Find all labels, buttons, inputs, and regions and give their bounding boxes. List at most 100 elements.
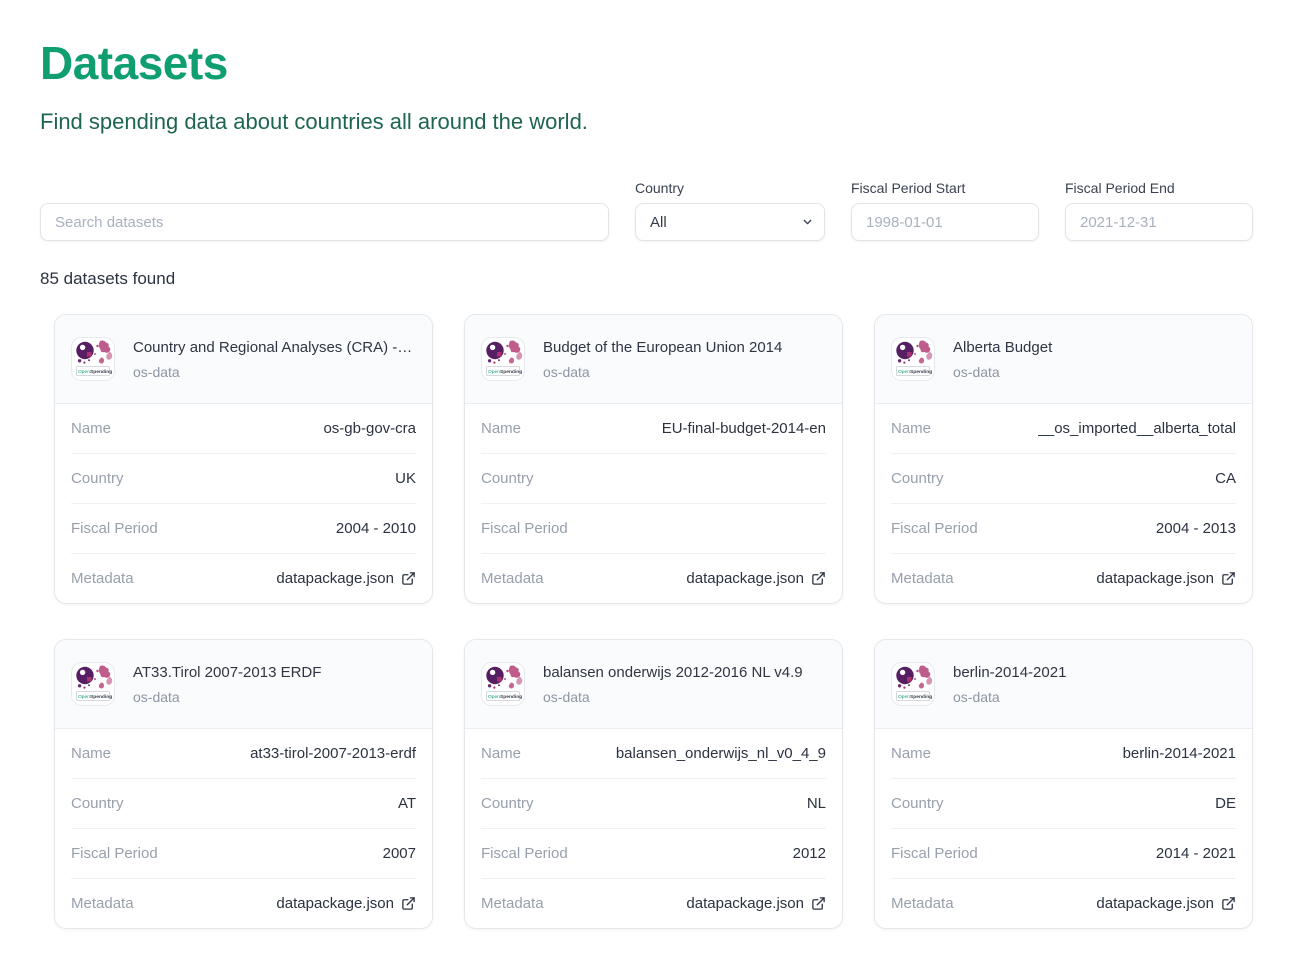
svg-text:OpenSpending: OpenSpending — [488, 369, 522, 375]
name-row-label: Name — [891, 420, 931, 437]
svg-text:OpenSpending: OpenSpending — [898, 369, 932, 375]
country-row-label: Country — [891, 795, 944, 812]
dataset-name-value: EU-final-budget-2014-en — [662, 420, 826, 437]
openspending-logo-icon: OpenSpending — [481, 662, 525, 706]
dataset-fiscal-period-value: 2004 - 2010 — [336, 520, 416, 537]
dataset-grid: OpenSpending Country and Regional Analys… — [54, 314, 1253, 929]
datapackage-link-label: datapackage.json — [686, 570, 804, 587]
datapackage-link[interactable]: datapackage.json — [686, 570, 826, 587]
dataset-country-value: CA — [1215, 470, 1236, 487]
dataset-country-row: Country NL — [481, 778, 826, 828]
dataset-title: Alberta Budget — [953, 339, 1236, 356]
dataset-name-row: Name os-gb-gov-cra — [71, 404, 416, 453]
dataset-metadata-row: Metadata datapackage.json — [891, 553, 1236, 603]
dataset-owner: os-data — [133, 689, 416, 705]
metadata-row-label: Metadata — [891, 570, 954, 587]
country-row-label: Country — [71, 795, 124, 812]
dataset-name-value: balansen_onderwijs_nl_v0_4_9 — [616, 745, 826, 762]
dataset-title: Country and Regional Analyses (CRA) - UK… — [133, 339, 416, 356]
dataset-country-value: DE — [1215, 795, 1236, 812]
datapackage-link-label: datapackage.json — [276, 570, 394, 587]
dataset-name-value: __os_imported__alberta_total — [1038, 420, 1236, 437]
datapackage-link-label: datapackage.json — [276, 895, 394, 912]
dataset-country-row: Country UK — [71, 453, 416, 503]
metadata-row-label: Metadata — [891, 895, 954, 912]
country-row-label: Country — [71, 470, 124, 487]
search-input[interactable] — [40, 203, 609, 241]
dataset-fiscal-period-row: Fiscal Period 2004 - 2013 — [891, 503, 1236, 553]
country-filter: Country All — [635, 180, 825, 241]
datapackage-link[interactable]: datapackage.json — [1096, 895, 1236, 912]
dataset-owner: os-data — [543, 689, 826, 705]
page-title: Datasets — [40, 36, 1253, 90]
country-row-label: Country — [481, 795, 534, 812]
datapackage-link[interactable]: datapackage.json — [1096, 570, 1236, 587]
country-row-label: Country — [891, 470, 944, 487]
country-filter-label: Country — [635, 180, 825, 196]
dataset-card: OpenSpending balansen onderwijs 2012-201… — [464, 639, 843, 929]
fiscal-period-row-label: Fiscal Period — [891, 845, 978, 862]
metadata-row-label: Metadata — [481, 895, 544, 912]
country-select[interactable]: All — [635, 203, 825, 241]
openspending-logo-icon: OpenSpending — [71, 337, 115, 381]
fiscal-period-start-filter: Fiscal Period Start — [851, 180, 1039, 241]
dataset-fiscal-period-row: Fiscal Period 2007 — [71, 828, 416, 878]
dataset-card-rows: Name EU-final-budget-2014-en Country Fis… — [465, 404, 842, 603]
country-row-label: Country — [481, 470, 534, 487]
dataset-metadata-row: Metadata datapackage.json — [891, 878, 1236, 928]
dataset-country-value: NL — [807, 795, 826, 812]
dataset-card-header: OpenSpending berlin-2014-2021 os-data — [875, 640, 1252, 729]
fiscal-period-row-label: Fiscal Period — [71, 520, 158, 537]
datapackage-link[interactable]: datapackage.json — [276, 895, 416, 912]
openspending-logo-icon: OpenSpending — [891, 337, 935, 381]
filter-bar: Country All Fiscal Period Start Fiscal P… — [40, 180, 1253, 241]
fiscal-period-start-input[interactable] — [851, 203, 1039, 241]
dataset-card-head-text: Country and Regional Analyses (CRA) - UK… — [133, 339, 416, 380]
dataset-card-rows: Name balansen_onderwijs_nl_v0_4_9 Countr… — [465, 729, 842, 928]
dataset-title: berlin-2014-2021 — [953, 664, 1236, 681]
dataset-fiscal-period-row: Fiscal Period 2004 - 2010 — [71, 503, 416, 553]
external-link-icon — [401, 571, 416, 586]
search-field-wrap — [40, 203, 609, 241]
datapackage-link-label: datapackage.json — [686, 895, 804, 912]
svg-text:OpenSpending: OpenSpending — [898, 694, 932, 700]
dataset-card-header: OpenSpending AT33.Tirol 2007-2013 ERDF o… — [55, 640, 432, 729]
dataset-fiscal-period-value: 2007 — [383, 845, 416, 862]
external-link-icon — [811, 571, 826, 586]
dataset-fiscal-period-value: 2012 — [793, 845, 826, 862]
dataset-name-row: Name EU-final-budget-2014-en — [481, 404, 826, 453]
dataset-name-row: Name berlin-2014-2021 — [891, 729, 1236, 778]
dataset-metadata-row: Metadata datapackage.json — [481, 878, 826, 928]
dataset-card-head-text: Alberta Budget os-data — [953, 339, 1236, 380]
datapackage-link-label: datapackage.json — [1096, 570, 1214, 587]
fiscal-period-row-label: Fiscal Period — [481, 845, 568, 862]
external-link-icon — [1221, 571, 1236, 586]
dataset-fiscal-period-row: Fiscal Period 2014 - 2021 — [891, 828, 1236, 878]
dataset-card-header: OpenSpending Country and Regional Analys… — [55, 315, 432, 404]
name-row-label: Name — [481, 420, 521, 437]
svg-text:OpenSpending: OpenSpending — [488, 694, 522, 700]
name-row-label: Name — [71, 420, 111, 437]
dataset-card-head-text: berlin-2014-2021 os-data — [953, 664, 1236, 705]
dataset-card: OpenSpending berlin-2014-2021 os-data Na… — [874, 639, 1253, 929]
datapackage-link[interactable]: datapackage.json — [276, 570, 416, 587]
dataset-name-row: Name at33-tirol-2007-2013-erdf — [71, 729, 416, 778]
dataset-country-row: Country — [481, 453, 826, 503]
fiscal-period-end-input[interactable] — [1065, 203, 1253, 241]
dataset-fiscal-period-row: Fiscal Period — [481, 503, 826, 553]
dataset-card-rows: Name at33-tirol-2007-2013-erdf Country A… — [55, 729, 432, 928]
dataset-owner: os-data — [953, 689, 1236, 705]
dataset-name-row: Name __os_imported__alberta_total — [891, 404, 1236, 453]
country-select-wrap: All — [635, 203, 825, 241]
dataset-country-row: Country DE — [891, 778, 1236, 828]
dataset-card-header: OpenSpending Budget of the European Unio… — [465, 315, 842, 404]
dataset-metadata-row: Metadata datapackage.json — [71, 878, 416, 928]
external-link-icon — [401, 896, 416, 911]
datapackage-link[interactable]: datapackage.json — [686, 895, 826, 912]
dataset-card: OpenSpending Alberta Budget os-data Name… — [874, 314, 1253, 604]
name-row-label: Name — [71, 745, 111, 762]
dataset-card: OpenSpending Budget of the European Unio… — [464, 314, 843, 604]
svg-text:OpenSpending: OpenSpending — [78, 694, 112, 700]
dataset-name-value: at33-tirol-2007-2013-erdf — [250, 745, 416, 762]
dataset-fiscal-period-row: Fiscal Period 2012 — [481, 828, 826, 878]
